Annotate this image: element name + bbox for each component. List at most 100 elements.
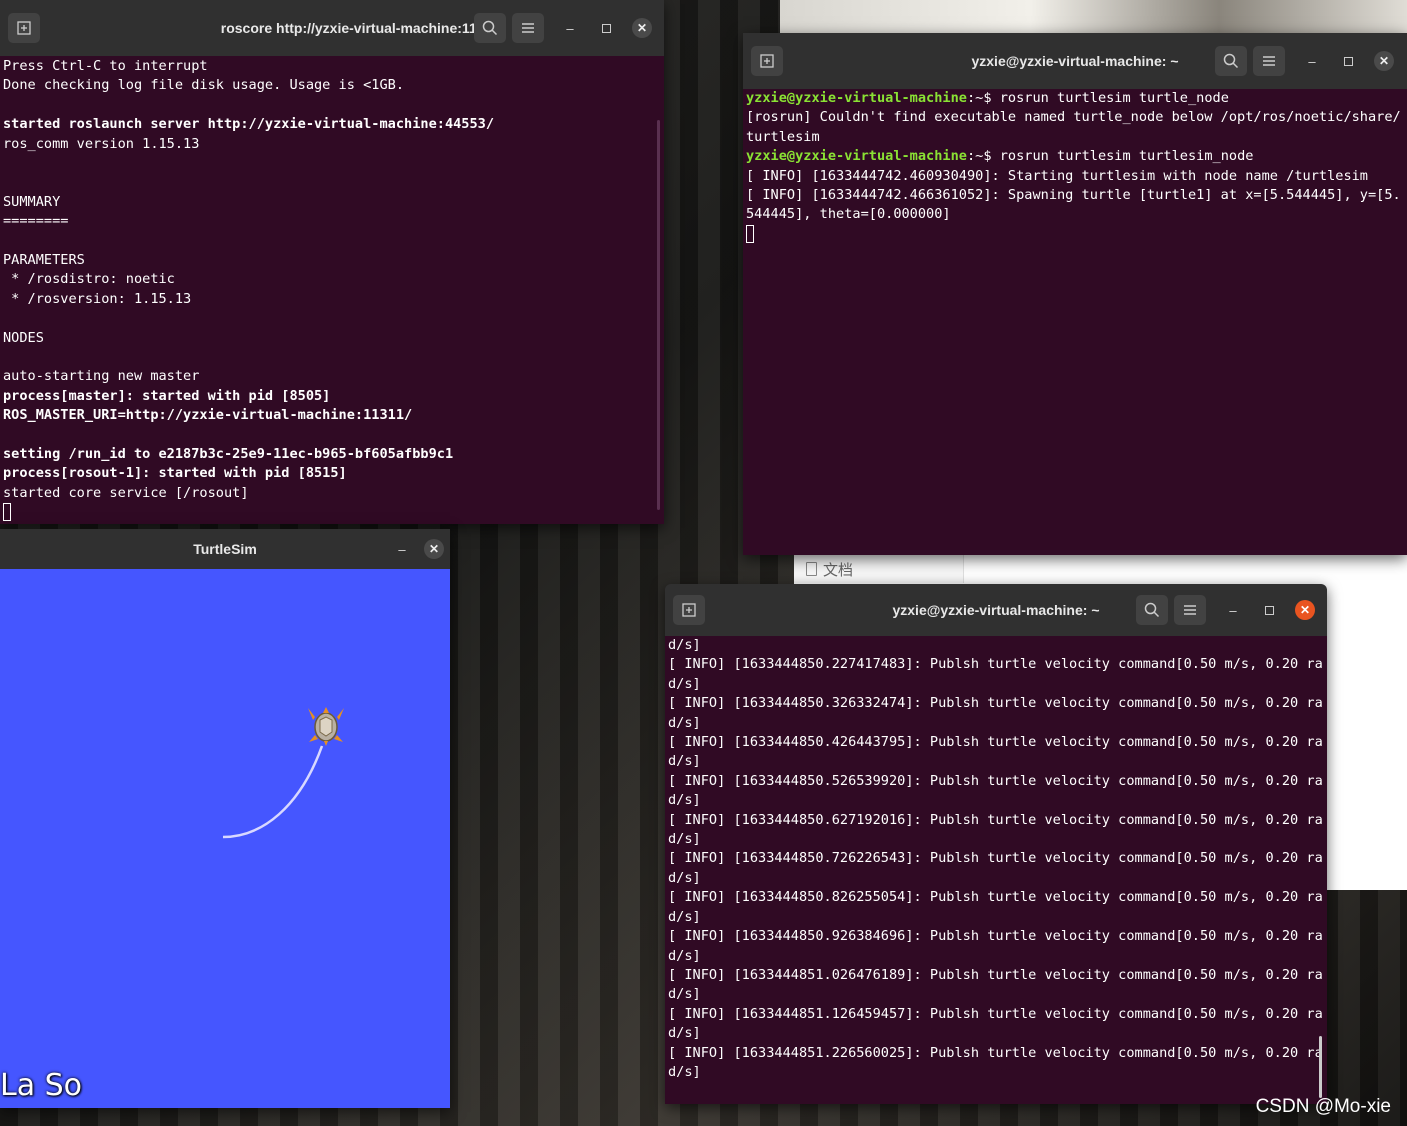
maximize-button[interactable]: [596, 18, 616, 38]
log-message: ]: Publsh turtle velocity command[0.50 m…: [905, 772, 1323, 789]
close-button[interactable]: ✕: [1374, 51, 1394, 71]
terminal-line: ROS_MASTER_URI=http://yzxie-virtual-mach…: [3, 407, 413, 424]
close-button[interactable]: ✕: [1295, 600, 1315, 620]
search-icon: [482, 20, 498, 36]
minimize-icon: –: [1308, 53, 1316, 69]
titlebar: TurtleSim – ✕: [0, 529, 450, 569]
terminal-line: ========: [3, 213, 69, 230]
menu-button[interactable]: [1253, 46, 1285, 76]
log-timestamp: 1633444850.726226543: [741, 850, 906, 867]
minimize-button[interactable]: –: [1223, 600, 1243, 620]
new-tab-icon: [682, 603, 696, 617]
log-line: [ INFO] [1633444850.227417483]: Publsh t…: [668, 655, 1327, 674]
terminal-output[interactable]: Press Ctrl-C to interrupt Done checking l…: [0, 56, 664, 524]
terminal-line: * /rosversion: 1.15.13: [3, 290, 192, 307]
maximize-button[interactable]: [1259, 600, 1279, 620]
terminal-line: started roslaunch server http://yzxie-vi…: [3, 116, 495, 133]
terminal-line: Press Ctrl-C to interrupt: [3, 58, 208, 74]
document-tab[interactable]: 文档: [794, 555, 964, 583]
command-text: rosrun turtlesim turtle_node: [999, 90, 1229, 106]
log-line: [ INFO] [1633444851.126459457]: Publsh t…: [668, 1005, 1327, 1024]
publisher-terminal-window: yzxie@yzxie-virtual-machine: ~ – ✕ d/s][…: [665, 584, 1327, 1104]
scrollbar[interactable]: [1319, 1036, 1322, 1098]
turtle-icon: [308, 707, 344, 746]
new-tab-button[interactable]: [673, 595, 705, 625]
minimize-button[interactable]: –: [392, 539, 412, 559]
search-button[interactable]: [474, 13, 506, 43]
log-prefix: [ INFO] [: [668, 1044, 742, 1061]
minimize-icon: –: [398, 541, 406, 557]
terminal-line: setting /run_id to e2187b3c-25e9-11ec-b9…: [3, 446, 454, 463]
log-timestamp: 1633444850.227417483: [741, 656, 906, 673]
search-button[interactable]: [1215, 46, 1247, 76]
menu-button[interactable]: [1174, 595, 1206, 625]
terminal-line: [ INFO] [1633444742.466361052]: Spawning…: [746, 187, 1401, 204]
terminal-line: [rosrun] Couldn't find executable named …: [746, 109, 1401, 126]
log-line: [ INFO] [1633444851.026476189]: Publsh t…: [668, 966, 1327, 985]
command-text: rosrun turtlesim turtlesim_node: [999, 148, 1254, 165]
log-timestamp: 1633444850.426443795: [741, 734, 906, 751]
terminal-line: SUMMARY: [3, 193, 61, 210]
log-message: ]: Publsh turtle velocity command[0.50 m…: [905, 656, 1323, 673]
log-line: [ INFO] [1633444850.726226543]: Publsh t…: [668, 849, 1327, 868]
turtlesim-canvas[interactable]: [0, 569, 450, 1108]
search-icon: [1144, 602, 1160, 618]
log-line: [ INFO] [1633444850.627192016]: Publsh t…: [668, 811, 1327, 830]
scrollbar[interactable]: [657, 120, 660, 510]
prompt-suffix: :~$: [966, 90, 1000, 106]
close-button[interactable]: ✕: [424, 539, 444, 559]
maximize-button[interactable]: [1338, 51, 1358, 71]
minimize-button[interactable]: –: [1302, 51, 1322, 71]
terminal-line: d/s]: [668, 869, 701, 886]
maximize-icon: [1343, 56, 1353, 66]
log-line: [ INFO] [1633444850.426443795]: Publsh t…: [668, 733, 1327, 752]
hamburger-icon: [522, 23, 534, 33]
terminal-line: d/s]: [668, 908, 701, 925]
log-message: ]: Publsh turtle velocity command[0.50 m…: [905, 734, 1323, 751]
log-timestamp: 1633444850.326332474: [741, 695, 906, 712]
new-tab-button[interactable]: [8, 13, 40, 43]
log-timestamp: 1633444851.026476189: [741, 966, 906, 983]
log-prefix: [ INFO] [: [668, 656, 742, 673]
document-icon: [806, 562, 817, 576]
terminal-line: d/s]: [668, 792, 701, 809]
minimize-icon: –: [566, 20, 574, 36]
log-message: ]: Publsh turtle velocity command[0.50 m…: [905, 1005, 1323, 1022]
close-icon: ✕: [636, 21, 648, 35]
log-prefix: [ INFO] [: [668, 811, 742, 828]
minimize-button[interactable]: –: [560, 18, 580, 38]
terminal-line: [ INFO] [1633444742.460930490]: Starting…: [746, 167, 1368, 184]
maximize-icon: [1264, 605, 1274, 615]
log-message: ]: Publsh turtle velocity command[0.50 m…: [905, 695, 1323, 712]
prompt-suffix: :~$: [966, 148, 1000, 165]
terminal-line: [746, 224, 1407, 244]
close-button[interactable]: ✕: [632, 18, 652, 38]
menu-button[interactable]: [512, 13, 544, 43]
minimize-icon: –: [1229, 602, 1237, 618]
terminal-output[interactable]: yzxie@yzxie-virtual-machine:~$ rosrun tu…: [743, 89, 1407, 555]
close-icon: ✕: [1378, 54, 1390, 68]
terminal-line: process[master]: started with pid [8505]: [3, 387, 331, 404]
log-message: ]: Publsh turtle velocity command[0.50 m…: [905, 928, 1323, 945]
close-icon: ✕: [428, 542, 440, 556]
terminal-line: d/s]: [668, 714, 701, 731]
log-prefix: [ INFO] [: [668, 1005, 742, 1022]
log-prefix: [ INFO] [: [668, 850, 742, 867]
turtle-drawing: [222, 707, 344, 839]
new-tab-button[interactable]: [751, 46, 783, 76]
log-timestamp: 1633444851.126459457: [741, 1005, 906, 1022]
log-timestamp: 1633444851.226560025: [741, 1044, 906, 1061]
terminal-line: PARAMETERS: [3, 252, 85, 268]
search-button[interactable]: [1136, 595, 1168, 625]
log-line: [ INFO] [1633444850.326332474]: Publsh t…: [668, 694, 1327, 713]
log-prefix: [ INFO] [: [668, 695, 742, 712]
terminal-output[interactable]: d/s][ INFO] [1633444850.227417483]: Publ…: [665, 636, 1327, 1104]
hamburger-icon: [1263, 56, 1275, 66]
log-prefix: [ INFO] [: [668, 928, 742, 945]
close-icon: ✕: [1299, 603, 1311, 617]
